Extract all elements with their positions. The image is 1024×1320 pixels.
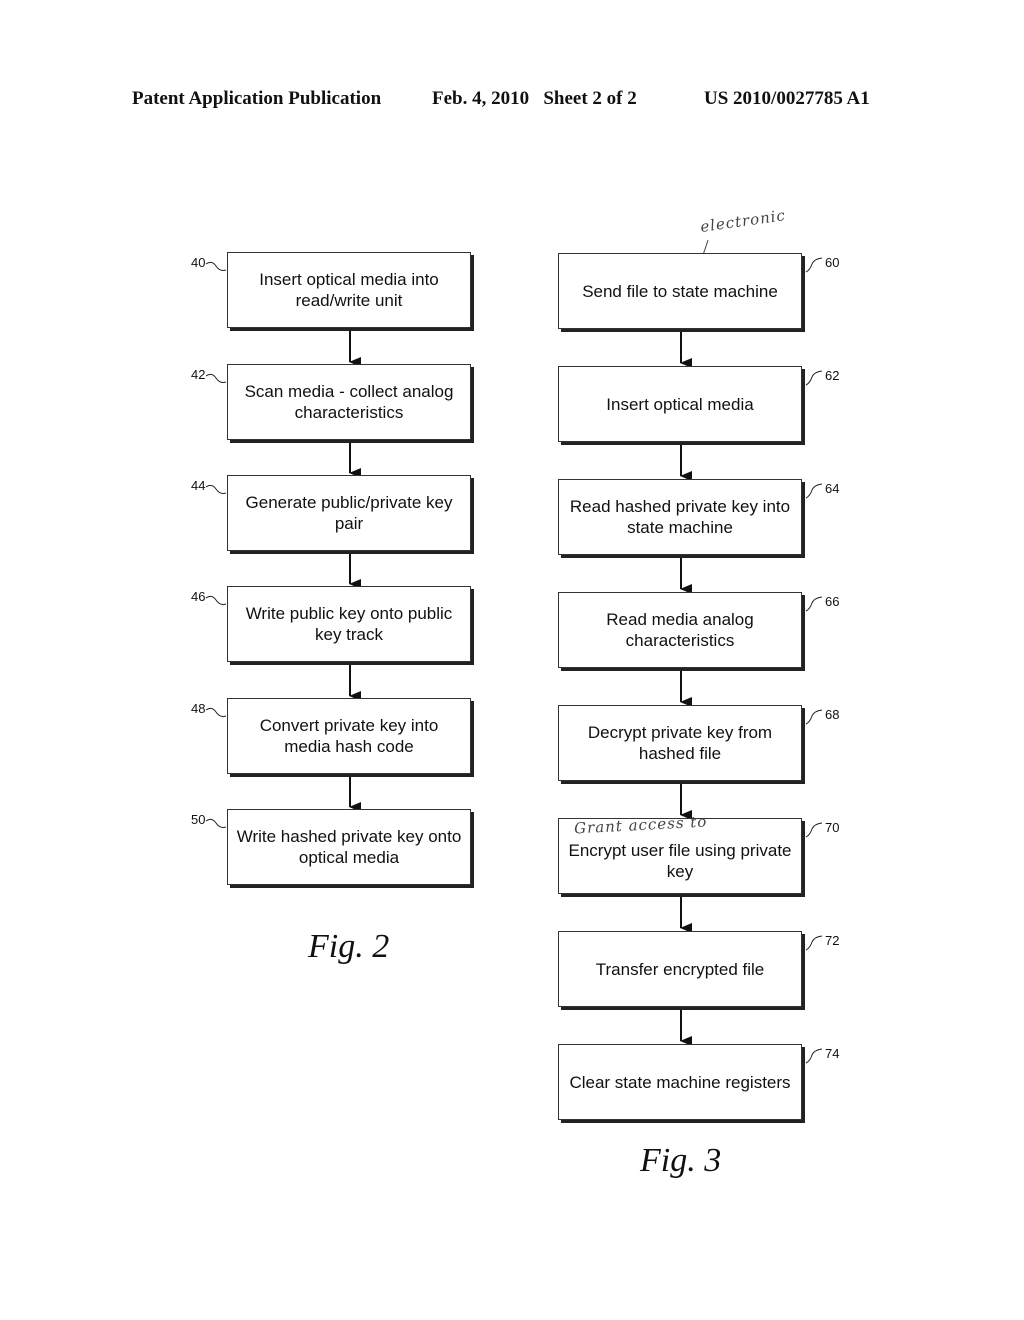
leader-62 (805, 370, 823, 386)
leader-46 (205, 595, 227, 605)
fig3-ref-64: 64 (825, 481, 840, 496)
fig3-caption: Fig. 3 (640, 1142, 722, 1179)
leader-42 (205, 373, 227, 383)
fig3-step-62-box: Insert optical media (558, 366, 802, 442)
fig2-ref-48: 48 (191, 701, 206, 716)
fig3-ref-68: 68 (825, 707, 840, 722)
fig2-ref-42: 42 (191, 367, 206, 382)
leader-70 (805, 822, 823, 838)
leader-72 (805, 935, 823, 951)
fig3-step-68-box: Decrypt private key from hashed file (558, 705, 802, 781)
leader-40 (205, 261, 227, 271)
leader-74 (805, 1048, 823, 1064)
leader-50 (205, 818, 227, 828)
fig3-step-72-box: Transfer encrypted file (558, 931, 802, 1007)
fig2-step-40-box: Insert optical media into read/write uni… (227, 252, 471, 328)
fig2-ref-44: 44 (191, 478, 206, 493)
fig3-ref-70: 70 (825, 820, 840, 835)
fig2-ref-46: 46 (191, 589, 206, 604)
leader-64 (805, 483, 823, 499)
leader-68 (805, 709, 823, 725)
fig2-step-48-box: Convert private key into media hash code (227, 698, 471, 774)
fig2-step-50-box: Write hashed private key onto optical me… (227, 809, 471, 885)
fig3-ref-72: 72 (825, 933, 840, 948)
fig3-ref-66: 66 (825, 594, 840, 609)
leader-60 (805, 257, 823, 273)
leader-48 (205, 707, 227, 717)
fig2-leaders (205, 261, 227, 828)
fig3-ref-60: 60 (825, 255, 840, 270)
flowchart-connectors (205, 239, 823, 1064)
fig3-step-74-box: Clear state machine registers (558, 1044, 802, 1120)
fig3-leaders (805, 257, 823, 1064)
leader-66 (805, 596, 823, 612)
fig2-caption: Fig. 2 (308, 928, 390, 965)
fig3-step-64-box: Read hashed private key into state machi… (558, 479, 802, 555)
fig3-step-60-box: Send file to state machine (558, 253, 802, 329)
leader-44 (205, 484, 227, 494)
fig2-ref-50: 50 (191, 812, 206, 827)
fig3-ref-74: 74 (825, 1046, 840, 1061)
fig2-step-46-box: Write public key onto public key track (227, 586, 471, 662)
fig3-ref-62: 62 (825, 368, 840, 383)
fig2-step-42-box: Scan media - collect analog characterist… (227, 364, 471, 440)
fig2-ref-40: 40 (191, 255, 206, 270)
fig3-step-66-box: Read media analog characteristics (558, 592, 802, 668)
fig2-step-44-box: Generate public/private key pair (227, 475, 471, 551)
